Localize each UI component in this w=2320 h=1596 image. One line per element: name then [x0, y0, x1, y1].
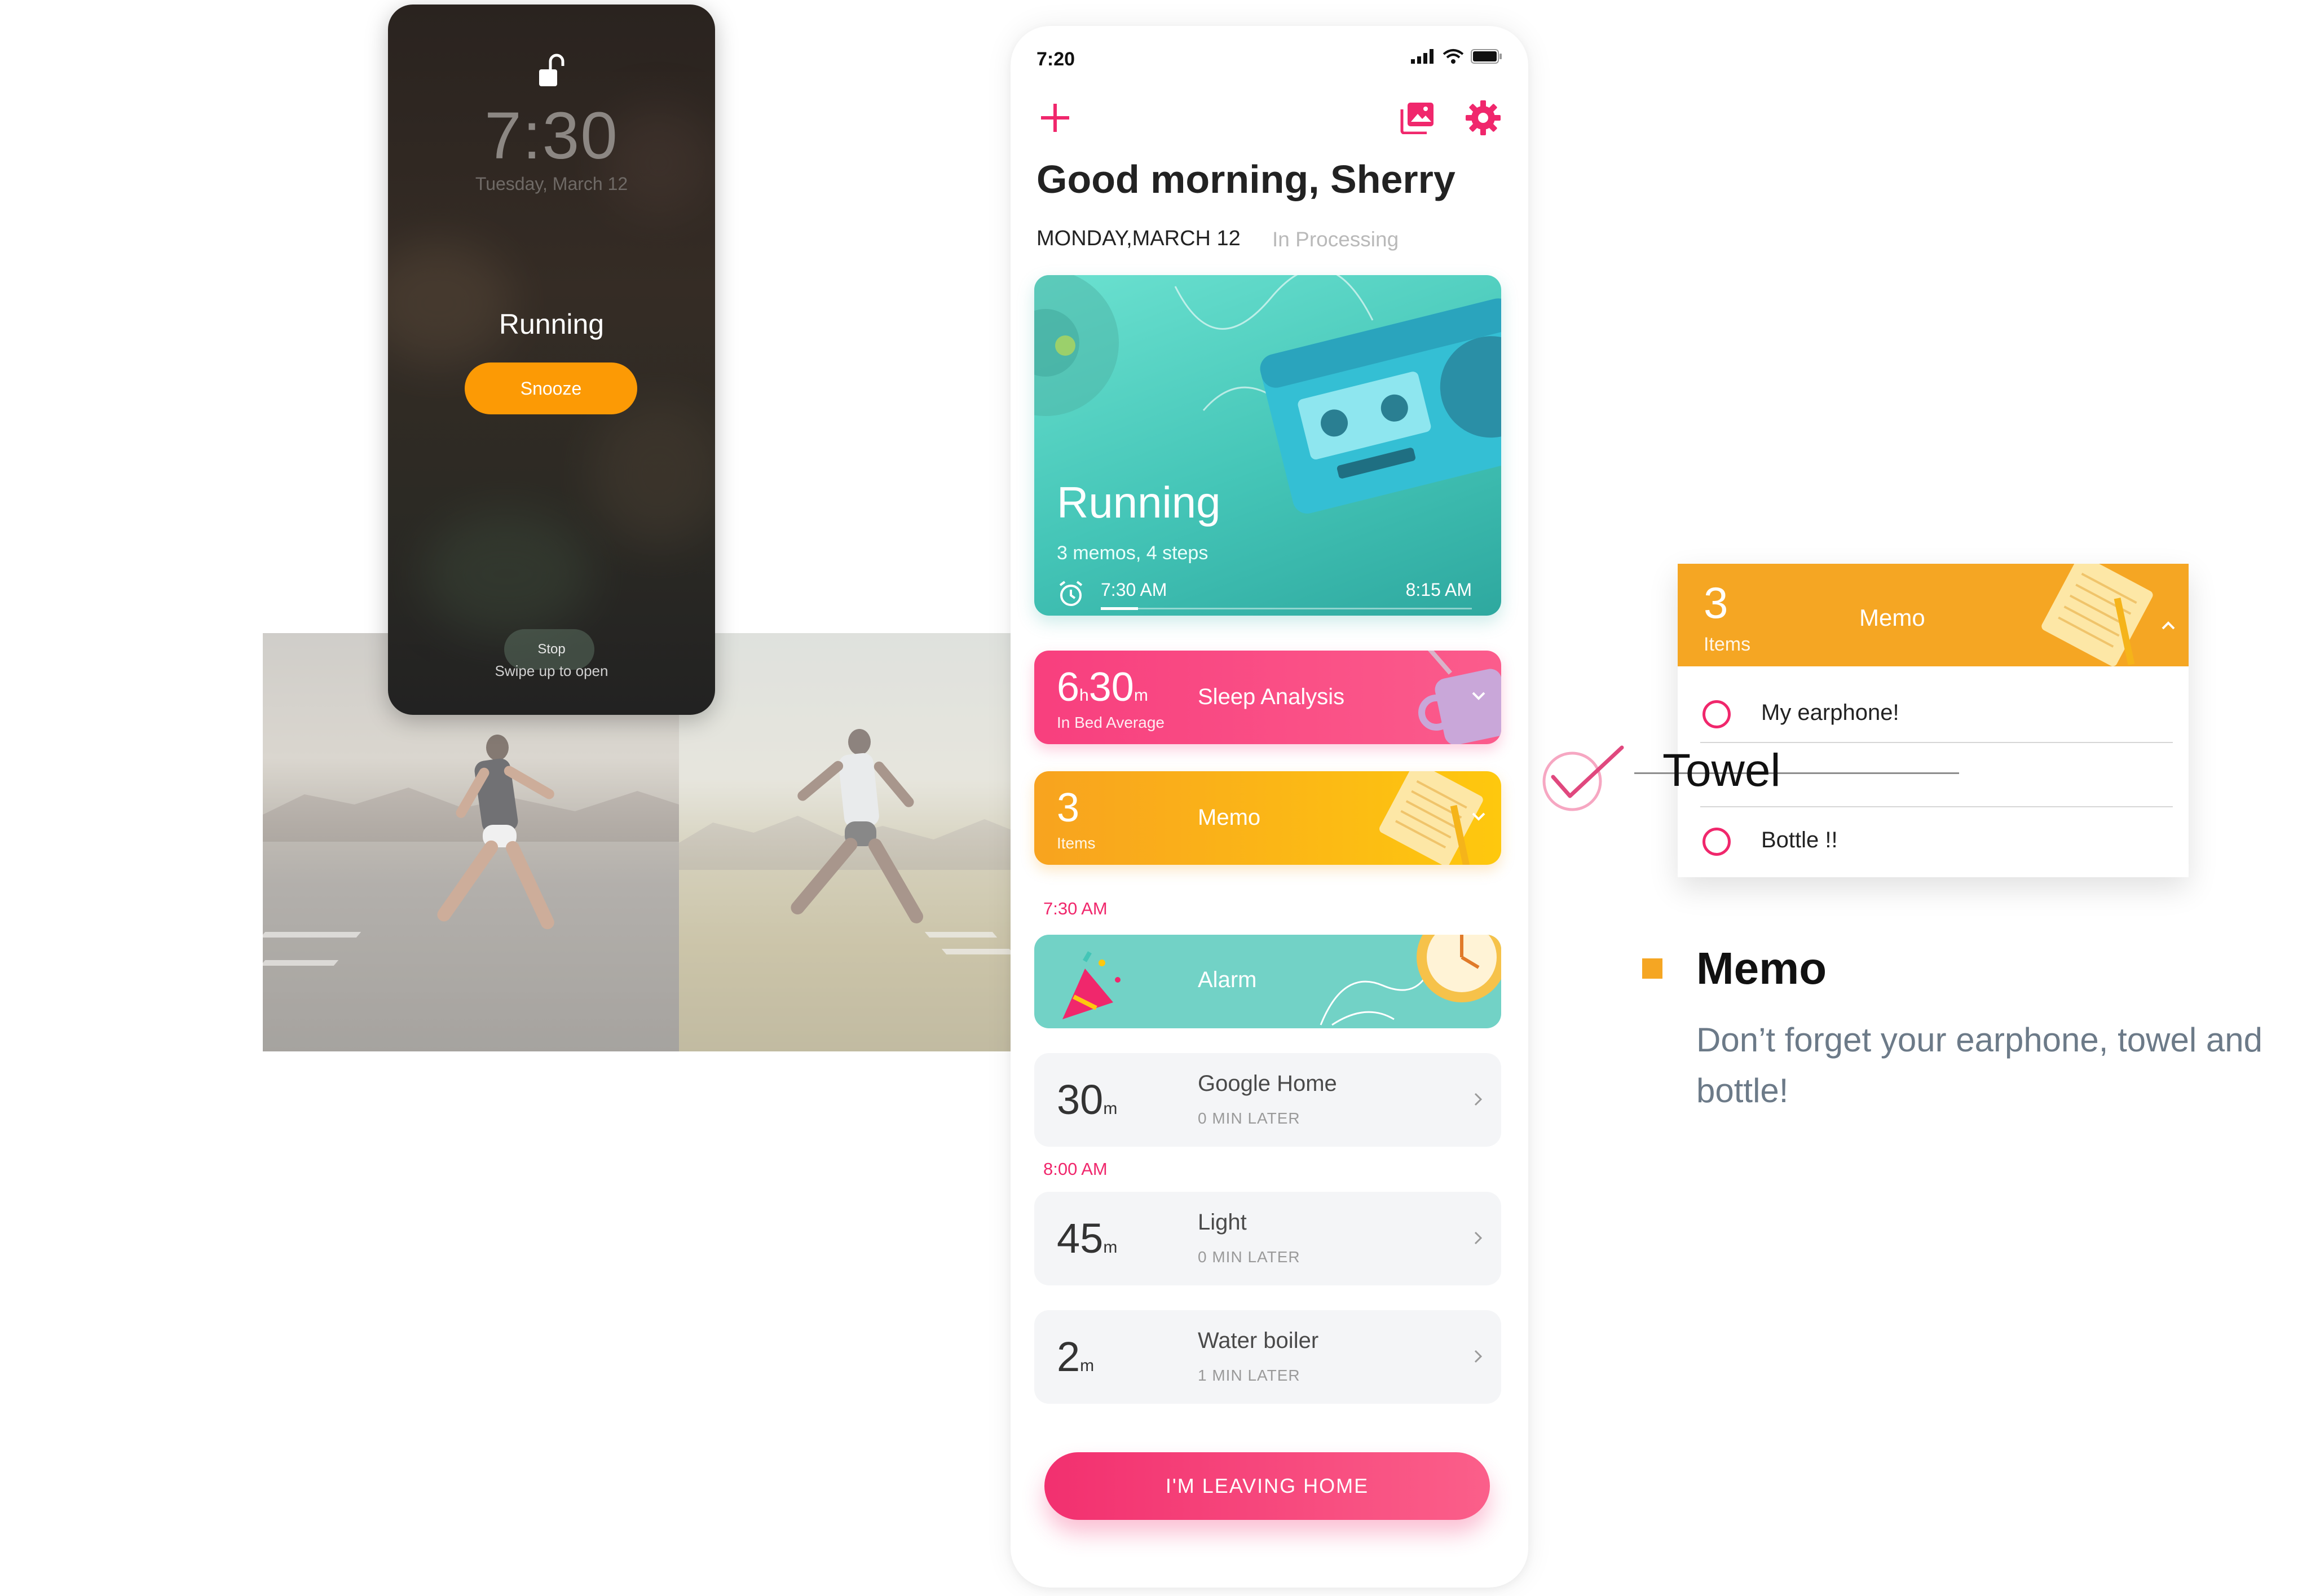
memo-item-towel-done[interactable]: Towel: [1662, 744, 1781, 797]
alarm-label: Alarm: [1198, 967, 1257, 992]
memo-item-text: Bottle !!: [1761, 828, 1838, 852]
task-row-water-boiler[interactable]: 2m Water boiler 1 MIN LATER: [1034, 1310, 1501, 1404]
task-duration: 45m: [1057, 1215, 1118, 1262]
memo-checkbox[interactable]: [1702, 828, 1731, 856]
status-time: 7:20: [1036, 48, 1075, 70]
add-icon[interactable]: [1039, 101, 1071, 134]
chevron-right-icon[interactable]: [1470, 1345, 1487, 1368]
sleep-label: Sleep Analysis: [1198, 684, 1345, 709]
snooze-button[interactable]: Snooze: [465, 362, 637, 414]
phone-app-screen: 7:20 Good morning, Sherry MONDAY,MARCH 1…: [1011, 26, 1528, 1588]
running-start-time: 7:30 AM: [1101, 580, 1167, 600]
memo-panel-label: Memo: [1859, 604, 1925, 631]
task-sub: 1 MIN LATER: [1198, 1367, 1300, 1384]
memo-items-label: Items: [1057, 834, 1096, 852]
status-text: In Processing: [1272, 228, 1399, 251]
chevron-up-icon[interactable]: [2158, 616, 2178, 636]
lock-alarm-title: Running: [499, 308, 605, 340]
swipe-hint: Swipe up to open: [495, 662, 608, 679]
status-icons: [1411, 48, 1502, 64]
running-progress-track: [1101, 607, 1472, 610]
sleep-sub: In Bed Average: [1057, 714, 1165, 731]
wifi-icon: [1443, 49, 1464, 64]
memo-panel-header[interactable]: 3 Items Memo: [1678, 564, 2189, 666]
memo-panel-items-label: Items: [1704, 634, 1751, 655]
lock-time: 7:30: [484, 99, 619, 173]
greeting-title: Good morning, Sherry: [1036, 157, 1455, 201]
memo-item-earphone[interactable]: My earphone!: [1678, 681, 2189, 737]
memo-feature-heading: Memo: [1696, 943, 1827, 993]
chevron-right-icon[interactable]: [1470, 1227, 1487, 1249]
memo-card[interactable]: 3 Items Memo: [1034, 771, 1501, 865]
check-icon[interactable]: [1540, 744, 1624, 812]
task-row-light[interactable]: 45m Light 0 MIN LATER: [1034, 1192, 1501, 1285]
unlock-icon: [539, 54, 564, 86]
memo-item-text: My earphone!: [1761, 700, 1899, 725]
leaving-home-button[interactable]: I'M LEAVING HOME: [1044, 1452, 1490, 1520]
photo-man-running: [679, 633, 1018, 1051]
gear-icon[interactable]: [1465, 99, 1502, 136]
memo-count: 3: [1057, 785, 1080, 830]
running-progress-fill: [1101, 607, 1138, 610]
running-title: Running: [1057, 478, 1221, 527]
task-sub: 0 MIN LATER: [1198, 1248, 1300, 1266]
running-subtitle: 3 memos, 4 steps: [1057, 542, 1208, 564]
chevron-right-icon[interactable]: [1470, 1088, 1487, 1111]
date-label: MONDAY,MARCH 12: [1036, 227, 1241, 250]
memo-item-bottle[interactable]: Bottle !!: [1678, 808, 2189, 865]
memo-divider: [1700, 806, 2173, 807]
battery-icon: [1471, 49, 1502, 64]
task-title: Light: [1198, 1210, 1247, 1235]
chevron-down-icon[interactable]: [1468, 806, 1489, 826]
task-sub: 0 MIN LATER: [1198, 1109, 1300, 1127]
stop-label: Stop: [537, 642, 566, 657]
clock-earphone-illustration: [1320, 935, 1501, 1026]
running-routine-card[interactable]: Running 3 memos, 4 steps 7:30 AM 8:15 AM: [1034, 275, 1501, 616]
task-duration: 30m: [1057, 1076, 1118, 1123]
lock-date: Tuesday, March 12: [475, 174, 628, 194]
lock-screen: 7:30 Tuesday, March 12 Running Snooze St…: [388, 5, 715, 715]
sleep-analysis-card[interactable]: 6h30m In Bed Average Sleep Analysis: [1034, 651, 1501, 744]
notepad-illustration: [2041, 564, 2153, 666]
memo-label: Memo: [1198, 805, 1261, 830]
task-duration: 2m: [1057, 1333, 1095, 1380]
chevron-down-icon[interactable]: [1468, 686, 1489, 706]
task-title: Water boiler: [1198, 1328, 1319, 1353]
party-popper-illustration: [1062, 951, 1121, 1019]
memo-detail-panel: 3 Items Memo My earphone! Bottle !!: [1678, 564, 2189, 877]
signal-icon: [1411, 49, 1434, 64]
alarm-clock-icon: [1059, 581, 1083, 606]
gallery-icon[interactable]: [1400, 101, 1435, 134]
task-row-google-home[interactable]: 30m Google Home 0 MIN LATER: [1034, 1053, 1501, 1147]
alarm-card[interactable]: Alarm: [1034, 935, 1501, 1028]
running-end-time: 8:15 AM: [1405, 580, 1472, 600]
memo-feature-description: Don’t forget your earphone, towel and bo…: [1696, 1021, 2262, 1109]
bullet-square: [1642, 958, 1662, 979]
sleep-duration: 6h30m: [1057, 665, 1148, 710]
section-time-2: 8:00 AM: [1043, 1159, 1108, 1179]
section-time-1: 7:30 AM: [1043, 899, 1108, 918]
memo-divider: [1700, 742, 2173, 743]
memo-checkbox[interactable]: [1702, 700, 1731, 728]
memo-panel-count: 3: [1704, 578, 1728, 627]
task-title: Google Home: [1198, 1071, 1337, 1096]
